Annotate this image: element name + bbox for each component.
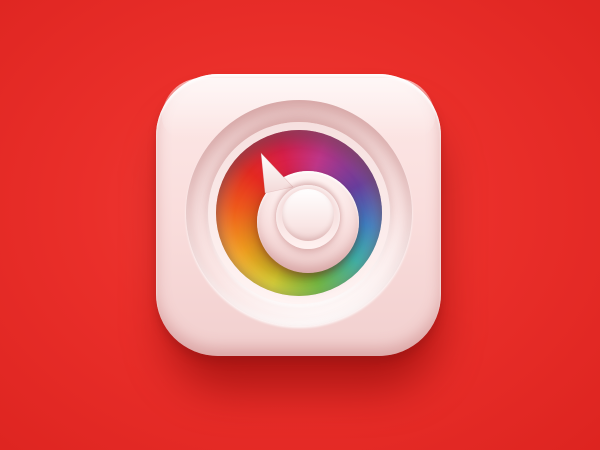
color-dial-app-icon[interactable] <box>156 74 441 356</box>
recessed-outer-ring <box>186 100 412 326</box>
red-background <box>0 0 600 450</box>
rainbow-color-wheel <box>216 130 382 296</box>
raised-inner-ring <box>208 122 390 304</box>
knob-top-ring <box>276 185 340 249</box>
dial-knob[interactable] <box>257 152 359 273</box>
knob-cap <box>282 189 334 241</box>
